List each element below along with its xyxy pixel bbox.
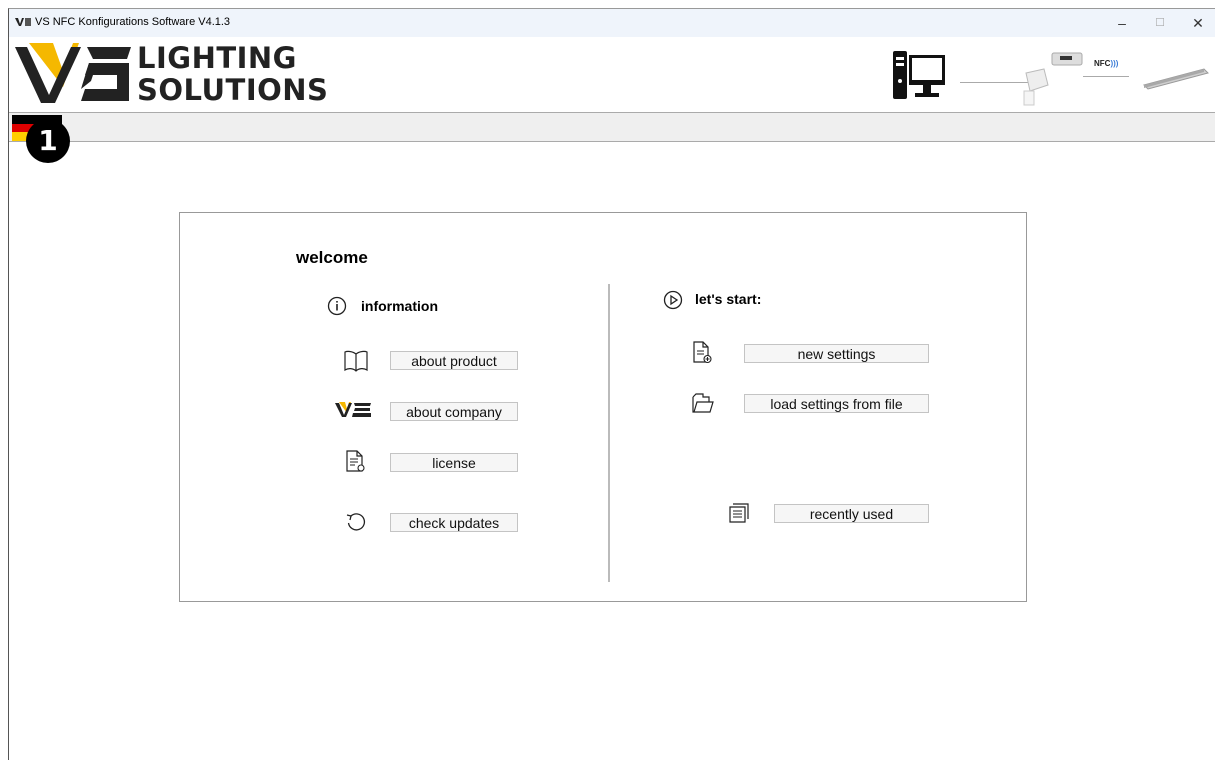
open-folder-icon [692,393,714,413]
logo-text-solutions: SOLUTIONS [137,73,329,107]
new-document-icon [693,341,712,364]
panel-divider [608,284,610,582]
license-document-icon [346,450,365,472]
play-circle-icon [663,290,683,310]
nfc-label-icon: NFC))) [1094,59,1119,68]
app-icon [15,18,31,26]
welcome-title: welcome [296,248,368,267]
led-driver-icon [1143,68,1209,90]
close-button[interactable]: ✕ [1183,12,1213,34]
minimize-button[interactable]: – [1107,12,1137,34]
recent-files-icon [729,503,749,523]
vs-company-icon [335,402,371,417]
about-product-button[interactable]: about product [390,351,518,370]
load-settings-from-file-button[interactable]: load settings from file [744,394,929,413]
window-title: VS NFC Konfigurations Software V4.1.3 [35,16,231,28]
lets-start-heading: let's start: [695,291,762,307]
nfc-reader-icon [1023,52,1083,106]
computer-icon [893,51,945,99]
information-heading: information [361,298,438,314]
check-updates-button[interactable]: check updates [390,513,518,532]
logo-text-lighting: LIGHTING [137,41,297,75]
nfc-line [1083,76,1129,77]
vs-logo-icon [15,43,131,103]
maximize-button[interactable]: ☐ [1145,12,1175,34]
new-settings-button[interactable]: new settings [744,344,929,363]
app-header: LIGHTING SOLUTIONS NFC))) [9,37,1215,112]
about-company-button[interactable]: about company [390,402,518,421]
recently-used-button[interactable]: recently used [774,504,929,523]
step-badge-1: 1 [26,119,70,163]
language-bar [9,112,1215,142]
book-icon [344,350,368,372]
refresh-icon [346,513,366,531]
license-button[interactable]: license [390,453,518,472]
title-bar: VS NFC Konfigurations Software V4.1.3 – … [9,9,1215,37]
info-icon [327,296,347,316]
